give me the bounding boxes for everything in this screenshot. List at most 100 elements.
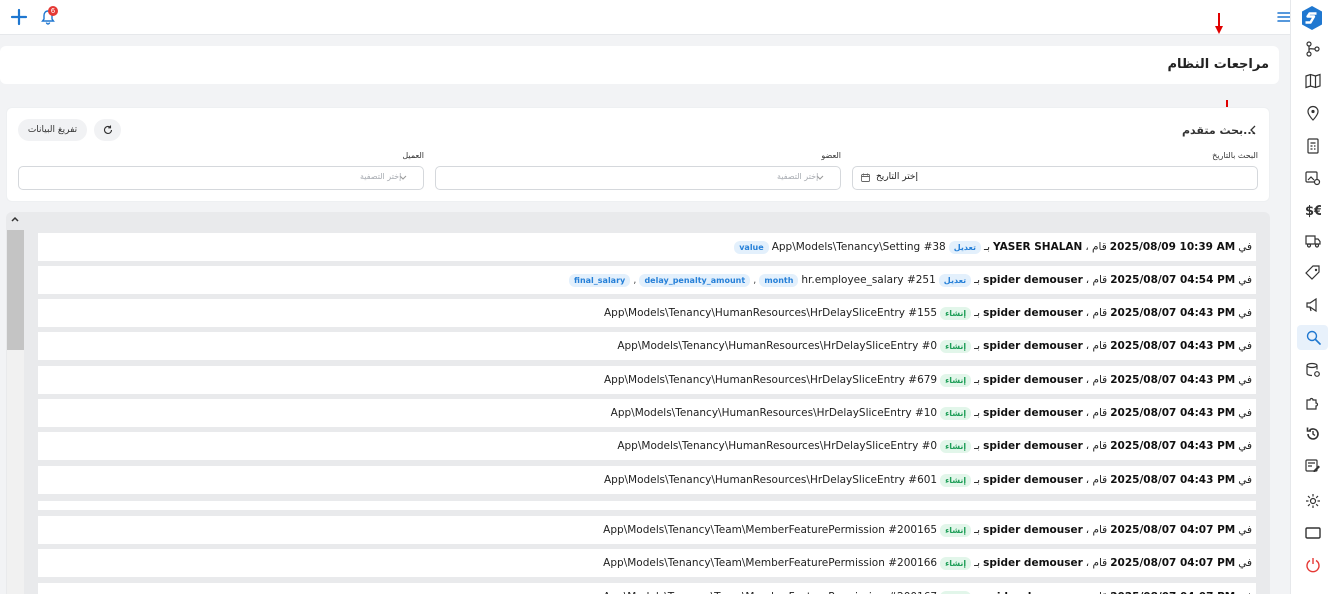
refresh-icon [104, 125, 113, 134]
field-tag: delay_penalty_amount [639, 273, 751, 287]
scrollbar-thumb[interactable] [7, 230, 24, 350]
log-date: 2025/08/07 04:43 PM [1110, 374, 1236, 386]
log-row[interactable]: في 2025/08/07 04:43 PM ، قام spider demouse… [38, 366, 1256, 394]
log-user: spider demouser [983, 307, 1083, 319]
log-row[interactable]: في 2025/08/07 04:43 PM ، قام spider demouse… [38, 399, 1256, 427]
log-row-content: في 2025/08/07 04:43 PM ، قام spider demouse… [611, 399, 1252, 427]
log-model: App\Models\Tenancy\Team\MemberFeaturePer… [603, 524, 938, 536]
log-prefix: في [1238, 557, 1252, 569]
log-user: spider demouser [983, 524, 1083, 536]
log-model: App\Models\Tenancy\HumanResources\HrDela… [610, 407, 938, 419]
image-settings-icon[interactable] [1305, 170, 1321, 186]
log-row-content: في2025/08/07 04:07 PM، قامspider demouse… [603, 549, 1252, 577]
log-model: App\Models\Tenancy\HumanResources\HrDela… [603, 307, 938, 319]
log-row-content: في2025/08/07 04:07 PM، قامspider demouse… [603, 583, 1252, 594]
chevron-up-icon[interactable] [10, 214, 20, 224]
log-date: 2025/08/07 04:43 PM [1110, 307, 1236, 319]
log-date: 2025/08/07 04:43 PM [1110, 440, 1236, 452]
log-row[interactable]: في2025/08/07 04:07 PM، قامspider demouse… [38, 583, 1256, 594]
log-row[interactable]: في 2025/08/07 04:43 PM ، قام spider demouse… [38, 466, 1256, 494]
megaphone-icon[interactable] [1305, 297, 1321, 313]
log-prefix: في [1238, 274, 1252, 286]
truck-icon[interactable] [1305, 233, 1321, 249]
field-tag: final_salary [569, 273, 631, 287]
power-icon[interactable] [1305, 557, 1321, 573]
log-model: App\Models\Tenancy\HumanResources\HrDela… [617, 440, 938, 452]
log-row[interactable]: في2025/08/07 04:07 PM، قامspider demouse… [38, 549, 1256, 577]
puzzle-icon[interactable] [1305, 394, 1321, 410]
log-prefix: في [1238, 474, 1252, 486]
log-by: بـ [974, 474, 981, 486]
log-by: بـ [974, 307, 981, 319]
log-by: بـ [974, 524, 981, 536]
member-filter-label: العضو [821, 151, 841, 160]
log-performed-by: ، قام [1085, 241, 1107, 253]
log-by: بـ [974, 440, 981, 452]
tag-search-icon[interactable] [1305, 265, 1321, 281]
location-pin-icon[interactable] [1305, 105, 1321, 121]
action-badge: إنشاء [940, 339, 972, 353]
log-date: 2025/08/07 04:43 PM [1110, 340, 1236, 352]
database-settings-icon[interactable] [1305, 362, 1321, 378]
history-icon[interactable] [1305, 426, 1321, 442]
log-performed-by: ، قام [1085, 524, 1108, 536]
log-user: spider demouser [983, 557, 1083, 569]
log-prefix: في [1238, 374, 1252, 386]
log-date: 2025/08/07 04:07 PM [1110, 524, 1236, 536]
log-row[interactable]: في2025/08/07 04:07 PM، قامspider demouse… [38, 516, 1256, 544]
log-model: App\Models\Tenancy\HumanResources\HrDela… [603, 474, 938, 486]
top-bar [0, 0, 1290, 35]
menu-icon[interactable] [1277, 11, 1291, 23]
log-date: 2025/08/07 04:43 PM [1110, 474, 1236, 486]
git-branch-icon[interactable] [1305, 41, 1321, 57]
monitor-icon[interactable] [1305, 525, 1321, 541]
log-performed-by: ، قام [1085, 374, 1108, 386]
settings-icon[interactable] [1305, 493, 1321, 509]
client-filter-placeholder: إختر التصفية [360, 172, 402, 181]
logo-icon [1302, 6, 1322, 30]
tag-separator: , [633, 274, 637, 286]
log-model: hr.employee_salary #251 [801, 274, 936, 286]
log-date: 2025/08/09 10:39 AM [1109, 241, 1236, 253]
pos-edit-icon[interactable] [1305, 458, 1321, 474]
page-title: مراجعات النظام [1167, 57, 1270, 72]
annotation-arrow [1215, 13, 1223, 34]
calculator-document-icon[interactable] [1305, 138, 1321, 154]
refresh-button[interactable] [94, 119, 121, 141]
log-row[interactable]: في 2025/08/07 04:43 PM ، قام spider demouse… [38, 432, 1256, 460]
client-filter-label: العميل [402, 151, 424, 160]
log-performed-by: ، قام [1085, 440, 1108, 452]
action-badge: إنشاء [940, 306, 972, 320]
log-row[interactable]: في 2025/08/07 04:54 PM ، قام spider demouse… [38, 266, 1256, 294]
action-badge: إنشاء [940, 373, 972, 387]
plus-icon[interactable] [9, 7, 29, 27]
action-badge: إنشاء [940, 590, 972, 594]
clear-data-button[interactable]: تفريغ البيانات [18, 119, 87, 141]
log-by: بـ [974, 557, 981, 569]
advanced-search-toggle[interactable]: بحث متقدم... [1182, 124, 1256, 137]
log-by: بـ [984, 241, 991, 253]
action-badge: إنشاء [940, 523, 972, 537]
log-performed-by: ، قام [1085, 307, 1108, 319]
log-row[interactable]: في 2025/08/09 10:39 AM ، قام YASER SHALAN بـ… [38, 233, 1256, 261]
log-row[interactable]: في 2025/08/07 04:43 PM ، قام spider demouse… [38, 332, 1256, 360]
action-badge: إنشاء [940, 473, 972, 487]
currency-icon[interactable]: $€ [1305, 202, 1321, 218]
log-by: بـ [974, 340, 981, 352]
svg-text:$€: $€ [1305, 204, 1321, 218]
audit-search-icon[interactable] [1305, 329, 1321, 345]
log-model: App\Models\Tenancy\HumanResources\HrDela… [617, 340, 938, 352]
log-prefix: في [1238, 241, 1252, 253]
log-prefix: في [1238, 407, 1252, 419]
log-prefix: في [1238, 340, 1252, 352]
map-icon[interactable] [1305, 73, 1321, 89]
action-badge: تعديل [948, 240, 982, 254]
log-performed-by: ، قام [1085, 340, 1108, 352]
action-badge: تعديل [938, 273, 972, 287]
log-row[interactable]: في 2025/08/07 04:43 PM ، قام spider demouse… [38, 299, 1256, 327]
log-prefix: في [1238, 307, 1252, 319]
log-prefix: في [1238, 524, 1252, 536]
member-filter-placeholder: إختر التصفية [777, 172, 819, 181]
log-row-content: في 2025/08/09 10:39 AM ، قام YASER SHALAN بـ… [734, 233, 1252, 261]
log-by: بـ [974, 274, 981, 286]
